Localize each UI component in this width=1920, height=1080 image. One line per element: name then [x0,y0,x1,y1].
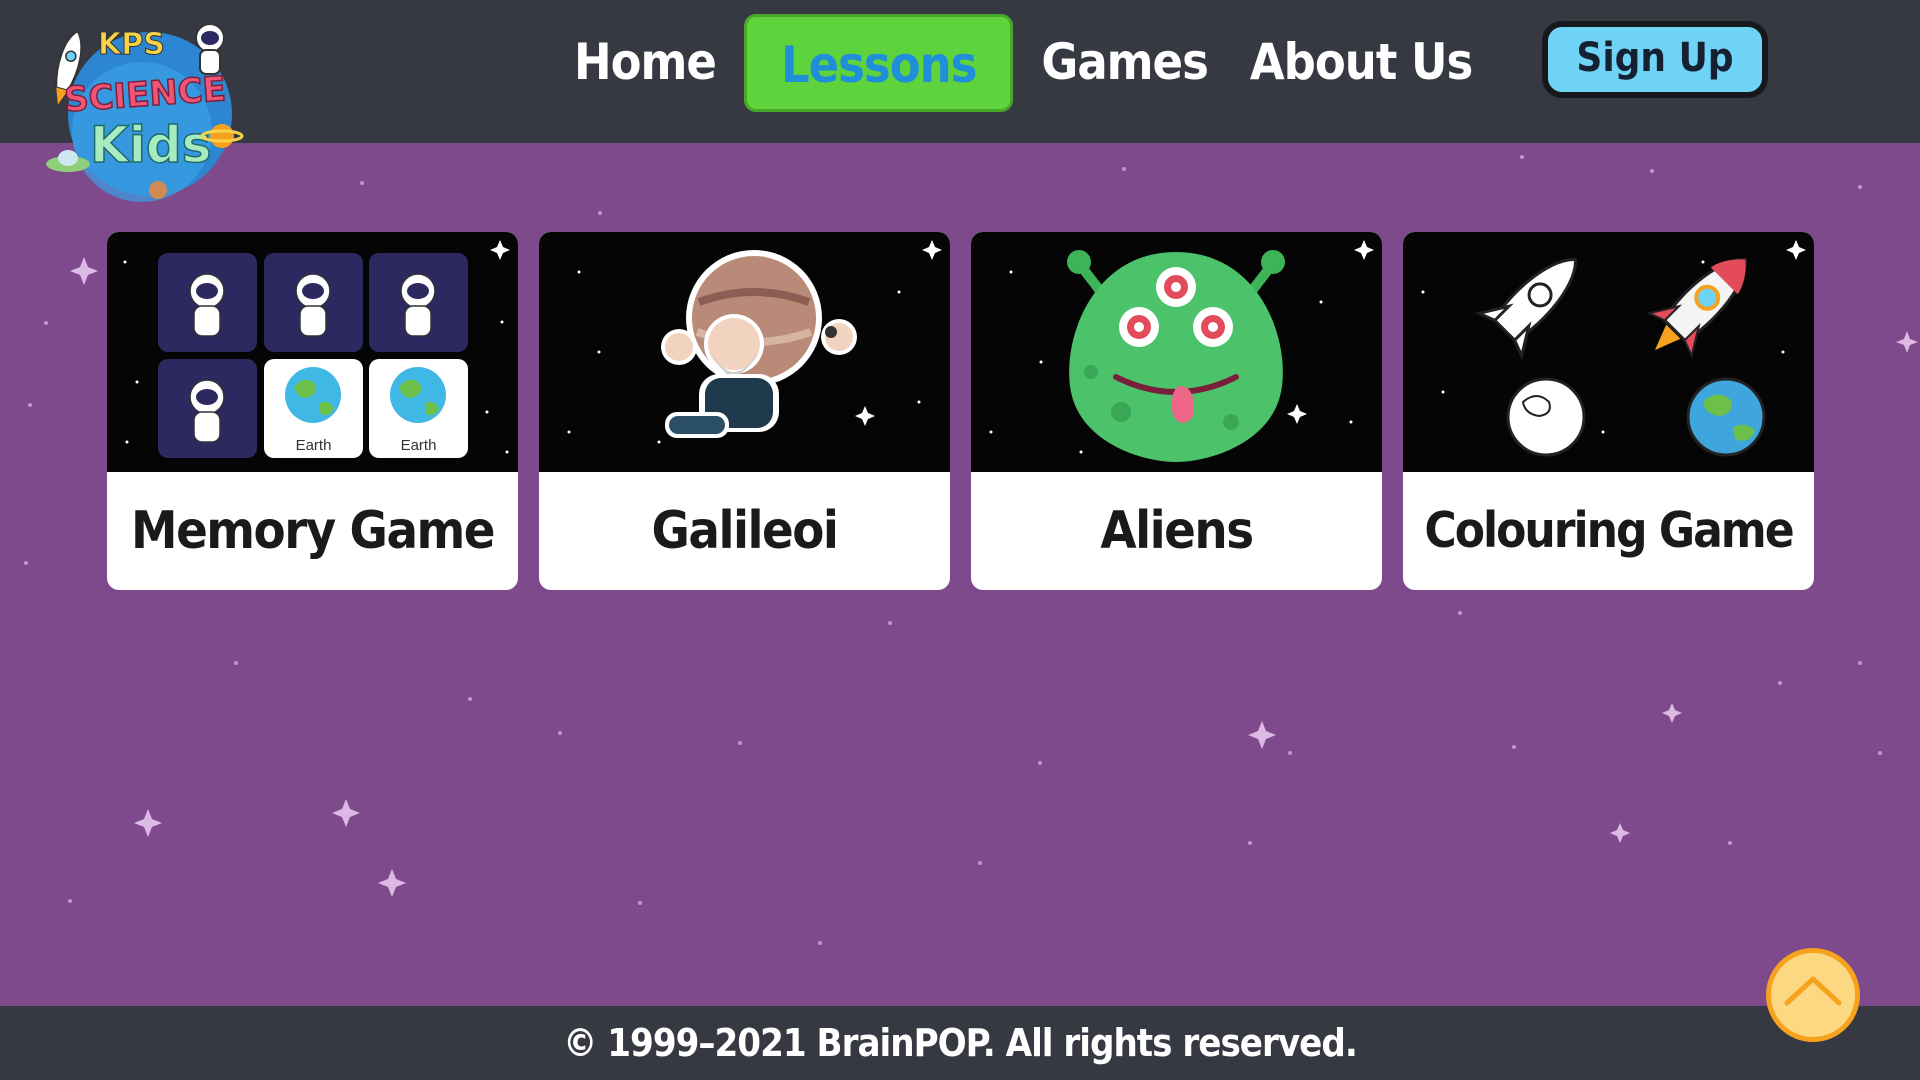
memory-game-thumbnail: Earth Earth [107,232,518,472]
nav-about-us[interactable]: About Us [1236,14,1486,112]
card-title: Galileoi [651,501,839,561]
kps-science-kids-logo[interactable]: KPS SCIENCE Kids [42,14,252,204]
main-nav: Home Lessons Games About Us [560,14,1486,112]
site-footer: © 1999–2021 BrainPOP. All rights reserve… [0,1006,1920,1080]
copyright-text: © 1999–2021 BrainPOP. All rights reserve… [563,1021,1358,1065]
nav-lessons[interactable]: Lessons [743,14,1014,112]
alien-thumbnail [971,232,1382,472]
svg-text:KPS: KPS [98,27,165,62]
memory-tile-earth: Earth [264,359,363,458]
memory-tile [158,359,257,458]
card-title: Aliens [1100,501,1254,561]
card-memory-game[interactable]: Earth Earth Memory Game [107,232,518,590]
tile-label: Earth [400,437,437,454]
memory-tile-earth: Earth [369,359,468,458]
svg-text:Kids: Kids [90,116,211,174]
card-title: Memory Game [131,501,496,561]
memory-tile [158,253,257,352]
sign-up-button[interactable]: Sign Up [1542,21,1768,98]
scroll-to-top-button[interactable] [1766,948,1860,1042]
colouring-game-thumbnail [1403,232,1814,472]
memory-tile [264,253,363,352]
tile-label: Earth [295,437,332,454]
nav-home[interactable]: Home [560,14,730,112]
nav-games[interactable]: Games [1027,14,1221,112]
chevron-up-icon [1784,976,1842,1006]
galileo-thumbnail [539,232,950,472]
card-colouring-game[interactable]: Colouring Game [1403,232,1814,590]
card-title: Colouring Game [1424,502,1794,559]
card-aliens[interactable]: Aliens [971,232,1382,590]
memory-tile [369,253,468,352]
card-galileoi[interactable]: Galileoi [539,232,950,590]
